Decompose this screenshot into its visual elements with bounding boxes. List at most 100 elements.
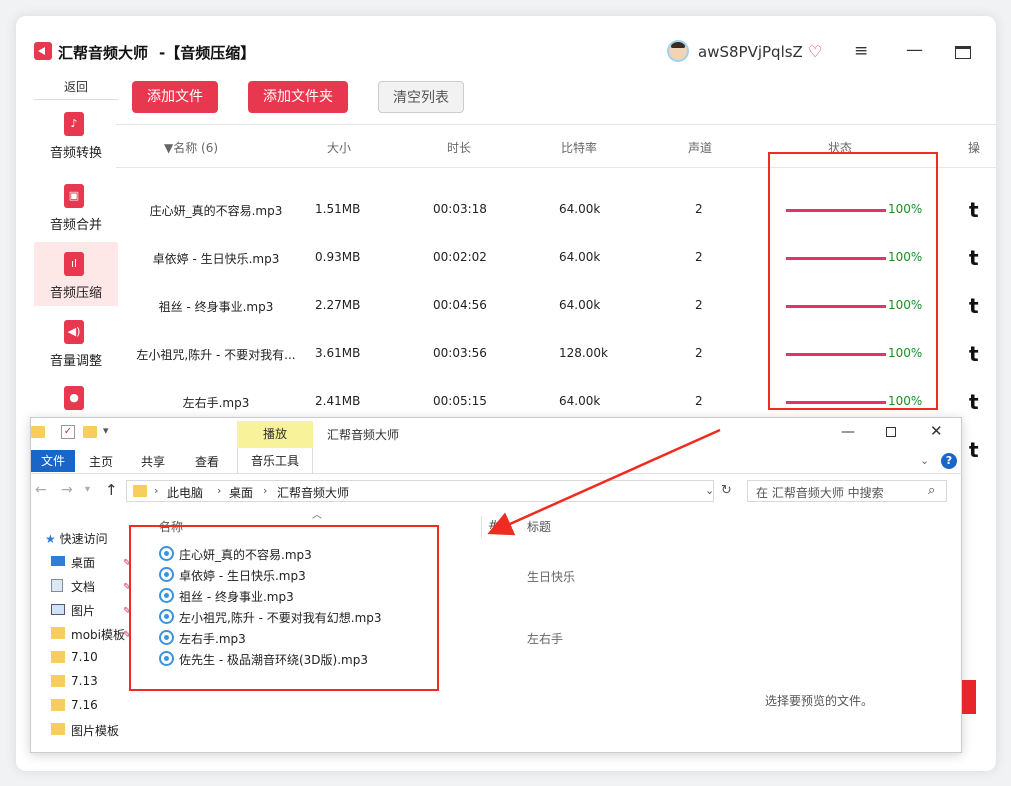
sidebar-item-volume[interactable]: ◀) 音量调整 (34, 310, 118, 374)
recent-dropdown-icon[interactable]: ▾ (85, 484, 90, 495)
folder-icon (51, 651, 65, 663)
breadcrumb-this-pc[interactable]: 此电脑 (167, 484, 203, 501)
file-bitrate: 64.00k (559, 250, 601, 264)
tab-play[interactable]: 播放 (237, 421, 313, 448)
file-bitrate: 64.00k (559, 202, 601, 216)
minimize-icon[interactable]: — (906, 40, 923, 60)
row-action-icon[interactable]: t (969, 246, 979, 270)
status-highlight-box (768, 152, 938, 410)
sidebar: 返回 ♪ 音频转换 ▣ 音频合并 ıl 音频压缩 ◀) 音量调整 ● (34, 72, 118, 422)
title-bar: 汇帮音频大师 -【音频压缩】 awS8PVjPqlsZ ♡ ≡ — (16, 16, 996, 72)
avatar[interactable] (667, 40, 689, 62)
sidebar-item-label: 音频压缩 (49, 286, 102, 301)
username[interactable]: awS8PVjPqlsZ (698, 43, 803, 61)
address-dropdown-icon[interactable]: ⌄ (705, 484, 714, 497)
col-number[interactable]: # (488, 518, 498, 532)
row-action-icon[interactable]: t (969, 342, 979, 366)
file-name: 祖丝 - 终身事业.mp3 (158, 300, 274, 314)
nav-item-label: 图片模板 (71, 724, 120, 738)
folder-icon (51, 723, 65, 735)
documents-icon (51, 579, 63, 592)
file-size: 0.93MB (315, 250, 361, 264)
hamburger-menu-icon[interactable]: ≡ (854, 41, 868, 61)
file-duration: 00:05:15 (433, 394, 487, 408)
file-channel: 2 (695, 202, 703, 216)
explorer-minimize-icon[interactable]: — (841, 424, 855, 440)
file-bitrate: 64.00k (559, 394, 601, 408)
refresh-icon[interactable]: ↻ (721, 483, 732, 498)
breadcrumb-separator-icon[interactable]: › (263, 484, 267, 497)
module-title: -【音频压缩】 (159, 44, 256, 62)
col-size[interactable]: 大小 (327, 139, 351, 156)
file-duration: 00:04:56 (433, 298, 487, 312)
row-action-icon[interactable]: t (969, 390, 979, 414)
ribbon-expand-icon[interactable]: ⌄ (920, 454, 929, 467)
back-button[interactable]: 返回 (34, 76, 118, 100)
start-button-edge[interactable] (962, 680, 976, 714)
folder-icon (51, 675, 65, 687)
quick-access-dropdown-icon[interactable]: ▾ (103, 424, 109, 437)
breadcrumb-separator-icon[interactable]: › (217, 484, 221, 497)
audio-compress-icon: ıl (64, 252, 84, 276)
add-folder-button[interactable]: 添加文件夹 (248, 81, 348, 113)
file-bitrate: 64.00k (559, 298, 601, 312)
file-explorer-window: ✓ ▾ 播放 汇帮音频大师 — ✕ 文件 主页 共享 查看 音乐工具 ⌄ ? ←… (30, 417, 963, 753)
file-channel: 2 (695, 298, 703, 312)
row-action-icon[interactable]: t (969, 294, 979, 318)
star-icon: ★ (45, 532, 56, 546)
help-icon[interactable]: ? (941, 453, 957, 469)
sidebar-item-audio-merge[interactable]: ▣ 音频合并 (34, 174, 118, 238)
file-duration: 00:02:02 (433, 250, 487, 264)
tab-view[interactable]: 查看 (195, 453, 219, 470)
breadcrumb-separator-icon[interactable]: › (154, 484, 158, 497)
ribbon-tabs: 文件 主页 共享 查看 音乐工具 ⌄ ? (31, 448, 963, 474)
row-action-icon[interactable]: t (969, 438, 979, 462)
explorer-title: 汇帮音频大师 (327, 428, 400, 442)
breadcrumb-folder[interactable]: 汇帮音频大师 (277, 484, 349, 501)
tab-share[interactable]: 共享 (141, 453, 165, 470)
explorer-title-bar: ✓ ▾ 播放 汇帮音频大师 — ✕ (31, 418, 963, 448)
audio-merge-icon: ▣ (64, 184, 84, 208)
tab-file[interactable]: 文件 (31, 450, 75, 472)
up-arrow-icon[interactable]: ↑ (105, 481, 118, 499)
add-file-button[interactable]: 添加文件 (132, 81, 218, 113)
nav-item-label: 文档 (71, 580, 96, 594)
new-folder-icon[interactable] (83, 426, 97, 438)
file-channel: 2 (695, 250, 703, 264)
col-name[interactable]: ▼名称 (6) (164, 139, 218, 156)
sidebar-item-audio-compress[interactable]: ıl 音频压缩 (34, 242, 118, 306)
search-icon[interactable]: ⌕ (928, 483, 935, 498)
nav-quick-access[interactable]: ★ 快速访问 (45, 530, 108, 547)
col-duration[interactable]: 时长 (447, 139, 471, 156)
tab-home[interactable]: 主页 (89, 453, 113, 470)
col-bitrate[interactable]: 比特率 (561, 139, 597, 156)
forward-arrow-icon[interactable]: → (61, 482, 73, 498)
folder-icon (31, 426, 45, 438)
file-name: 左右手.mp3 (182, 396, 250, 410)
microphone-icon: ● (64, 386, 84, 410)
address-bar[interactable]: › 此电脑 › 桌面 › 汇帮音频大师 ⌄ (126, 480, 714, 502)
audio-convert-icon: ♪ (64, 112, 84, 136)
tab-music-tools[interactable]: 音乐工具 (237, 448, 313, 474)
col-title[interactable]: 标题 (527, 518, 551, 535)
file-channel: 2 (695, 346, 703, 360)
properties-icon[interactable]: ✓ (61, 425, 75, 439)
file-duration: 00:03:18 (433, 202, 487, 216)
explorer-close-icon[interactable]: ✕ (930, 422, 943, 440)
back-arrow-icon[interactable]: ← (35, 482, 47, 498)
explorer-maximize-icon[interactable] (886, 427, 896, 437)
preview-placeholder: 选择要预览的文件。 (765, 694, 874, 708)
search-input[interactable]: 在 汇帮音频大师 中搜索 ⌕ (747, 480, 947, 502)
toolbar: 添加文件 添加文件夹 清空列表 (132, 81, 992, 115)
app-logo-icon (34, 42, 52, 60)
sidebar-item-audio-convert[interactable]: ♪ 音频转换 (34, 102, 118, 166)
file-name: 卓依婷 - 生日快乐.mp3 (152, 252, 280, 266)
clear-list-button[interactable]: 清空列表 (378, 81, 464, 113)
maximize-icon[interactable] (955, 46, 971, 59)
row-action-icon[interactable]: t (969, 198, 979, 222)
col-channel[interactable]: 声道 (688, 139, 712, 156)
breadcrumb-desktop[interactable]: 桌面 (229, 484, 253, 501)
vip-heart-icon[interactable]: ♡ (808, 42, 822, 61)
file-size: 2.27MB (315, 298, 361, 312)
sidebar-item-label: 音频合并 (49, 218, 102, 233)
